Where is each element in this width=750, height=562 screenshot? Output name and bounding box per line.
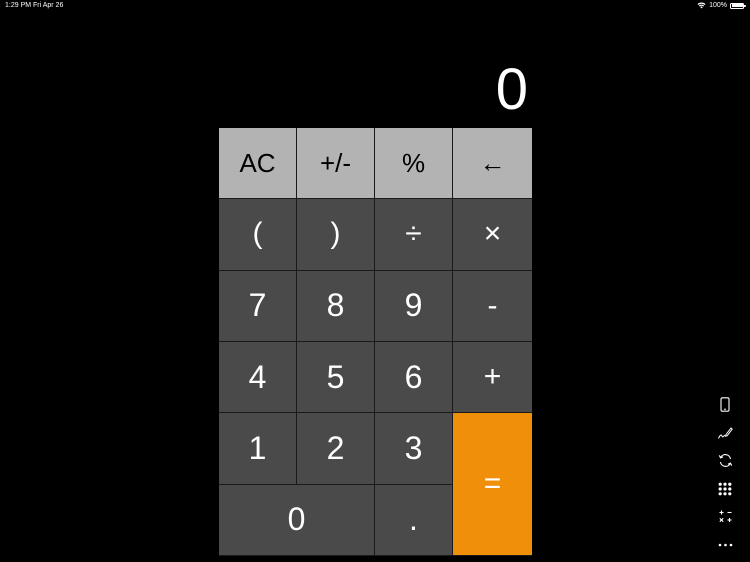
more-icon[interactable] [716, 536, 734, 553]
status-bar: 1:29 PM Fri Apr 26 100% [0, 0, 750, 12]
close-paren-button[interactable]: ) [297, 199, 375, 271]
status-right: 100% [697, 2, 746, 9]
open-paren-button[interactable]: ( [219, 199, 297, 271]
minus-button[interactable]: - [453, 270, 532, 342]
calculator-display: 0 [495, 57, 528, 122]
battery-icon [730, 2, 746, 9]
clear-button[interactable]: AC [219, 128, 297, 200]
digit-7-button[interactable]: 7 [219, 270, 297, 342]
battery-percent: 100% [709, 2, 727, 9]
digit-2-button[interactable]: 2 [297, 413, 375, 485]
sign-toggle-button[interactable]: +/- [297, 128, 375, 200]
operators-icon[interactable] [716, 508, 734, 525]
equals-button[interactable]: = [453, 413, 532, 556]
plus-button[interactable]: + [453, 341, 532, 414]
digit-0-button[interactable]: 0 [219, 484, 375, 556]
status-date: Fri Apr 26 [33, 2, 64, 9]
digit-6-button[interactable]: 6 [375, 341, 453, 414]
digit-8-button[interactable]: 8 [297, 270, 375, 342]
digit-3-button[interactable]: 3 [375, 413, 453, 485]
side-toolbar [716, 396, 734, 553]
digit-5-button[interactable]: 5 [297, 341, 375, 414]
grid-keypad-icon[interactable] [716, 480, 734, 497]
keypad: AC +/- % ← ( ) ÷ × 7 8 9 - 4 5 6 + 1 2 3… [219, 128, 532, 556]
digit-9-button[interactable]: 9 [375, 270, 453, 342]
wifi-icon [697, 2, 706, 9]
percent-button[interactable]: % [375, 128, 453, 200]
digit-4-button[interactable]: 4 [219, 341, 297, 414]
phone-layout-icon[interactable] [716, 396, 734, 413]
backspace-button[interactable]: ← [453, 128, 532, 200]
divide-button[interactable]: ÷ [375, 199, 453, 271]
multiply-button[interactable]: × [453, 199, 532, 271]
digit-1-button[interactable]: 1 [219, 413, 297, 485]
rotate-icon[interactable] [716, 452, 734, 469]
decimal-button[interactable]: . [375, 484, 453, 556]
pencil-icon[interactable] [716, 424, 734, 441]
status-time: 1:29 PM [5, 2, 32, 9]
